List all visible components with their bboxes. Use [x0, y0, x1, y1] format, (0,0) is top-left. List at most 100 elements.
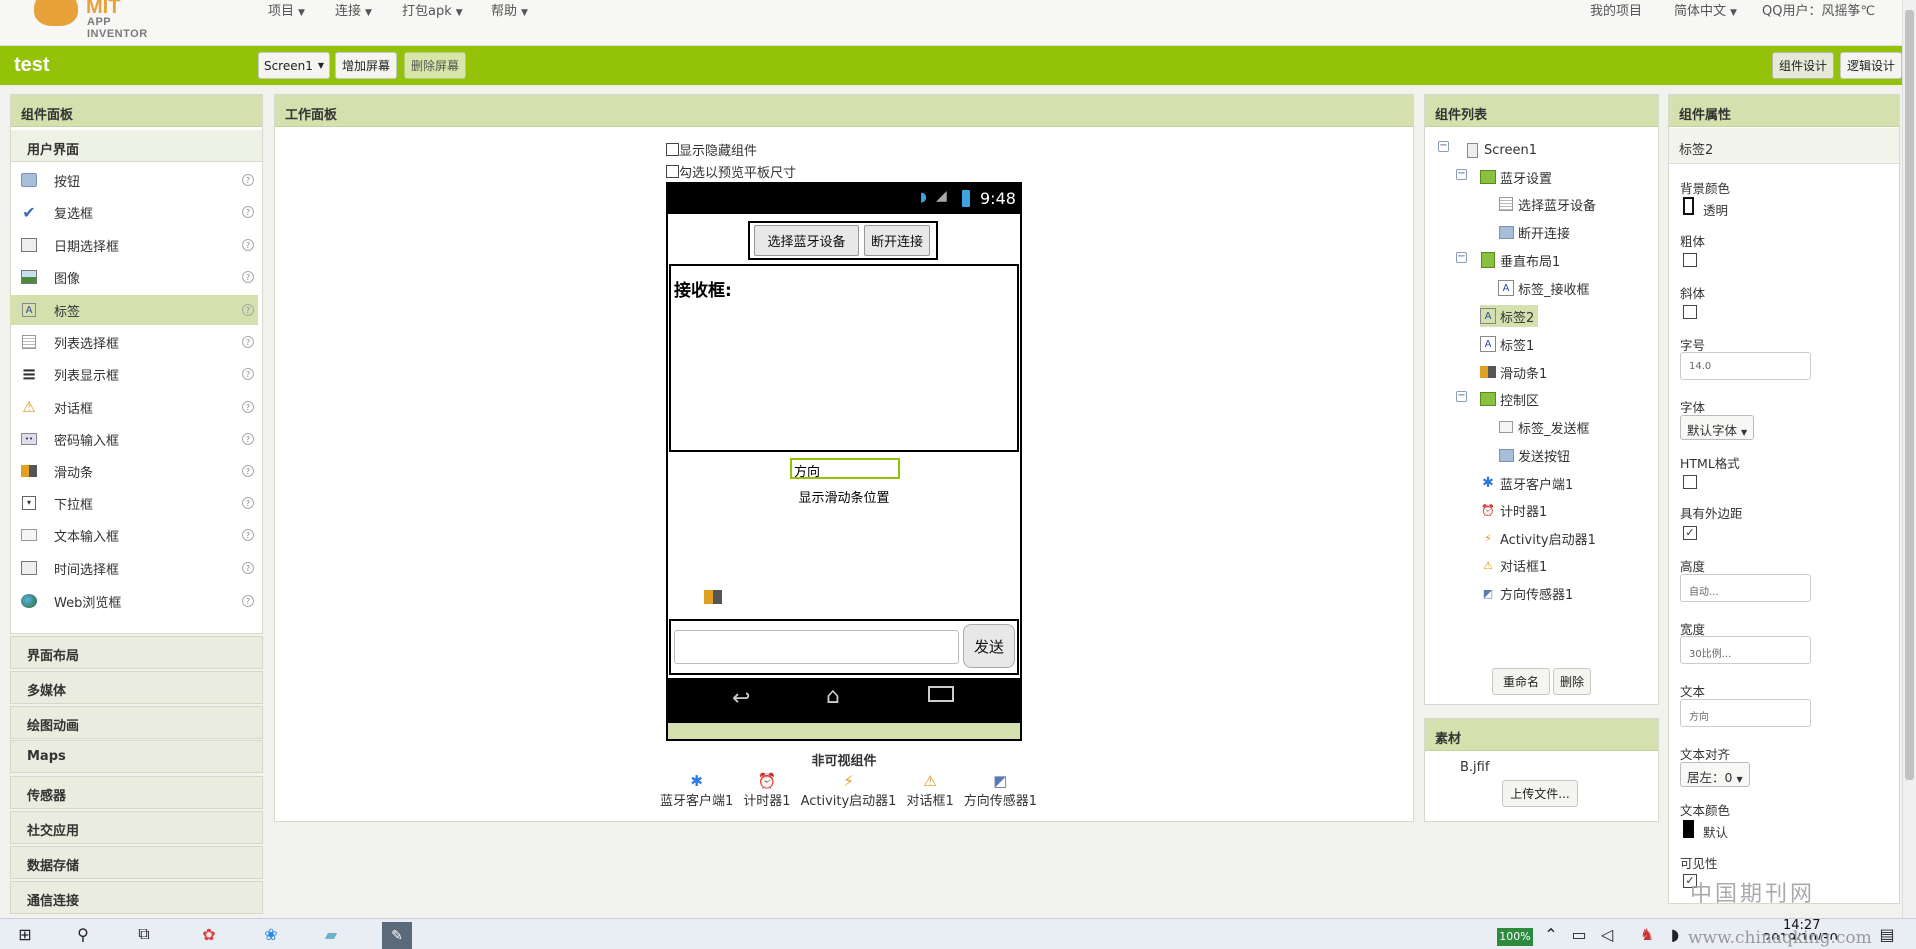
tree-label2[interactable]: A 标签2: [1480, 305, 1539, 327]
help-icon[interactable]: ?: [242, 562, 254, 574]
help-icon[interactable]: ?: [242, 433, 254, 445]
select-bt-device-button[interactable]: 选择蓝牙设备: [754, 225, 859, 256]
my-projects-link[interactable]: 我的项目: [1590, 0, 1642, 19]
notifications-icon[interactable]: ▤: [1876, 925, 1898, 944]
upload-file-button[interactable]: 上传文件...: [1502, 780, 1578, 807]
height-input[interactable]: 自动...: [1680, 574, 1811, 602]
palette-item-slider[interactable]: 滑动条?: [10, 456, 258, 486]
palette-item-passwordbox[interactable]: •• 密码输入框?: [10, 424, 258, 454]
html-format-checkbox[interactable]: [1683, 475, 1697, 489]
collapse-bt-settings-icon[interactable]: −: [1456, 169, 1467, 180]
menu-help[interactable]: 帮助 ▼: [491, 0, 528, 19]
nonvisible-notifier[interactable]: ⚠ 对话框1: [906, 772, 953, 809]
remove-screen-button[interactable]: 删除屏幕: [404, 52, 466, 79]
help-icon[interactable]: ?: [242, 497, 254, 509]
power-icon[interactable]: ▭: [1568, 925, 1590, 944]
show-hidden-toggle[interactable]: 显示隐藏组件: [666, 140, 757, 159]
tree-activity-starter[interactable]: ⚡ Activity启动器1: [1480, 527, 1596, 549]
palette-item-spinner[interactable]: ▾ 下拉框?: [10, 488, 258, 518]
tree-send-button[interactable]: 发送按钮: [1498, 444, 1570, 466]
rename-button[interactable]: 重命名: [1492, 668, 1550, 695]
palette-category-media[interactable]: 多媒体: [10, 671, 263, 704]
page-scrollbar[interactable]: [1902, 0, 1916, 918]
screen-select-dropdown[interactable]: Screen1 ▼: [258, 52, 330, 79]
receive-label[interactable]: 接收框:: [674, 276, 732, 301]
tree-label1[interactable]: A 标签1: [1480, 333, 1534, 355]
tree-label-send[interactable]: 标签_发送框: [1498, 416, 1590, 438]
help-icon[interactable]: ?: [242, 595, 254, 607]
volume-icon[interactable]: ◁: [1596, 925, 1618, 944]
palette-category-connectivity[interactable]: 通信连接: [10, 881, 263, 914]
palette-item-timepicker[interactable]: 时间选择框?: [10, 553, 258, 583]
blocks-button[interactable]: 逻辑设计: [1840, 52, 1902, 79]
disconnect-button[interactable]: 断开连接: [864, 225, 930, 256]
palette-category-sensors[interactable]: 传感器: [10, 776, 263, 809]
delete-button[interactable]: 删除: [1553, 668, 1591, 695]
media-file-item[interactable]: B.jfif: [1460, 760, 1489, 775]
show-hidden-checkbox[interactable]: [666, 143, 679, 156]
help-icon[interactable]: ?: [242, 304, 254, 316]
menu-project[interactable]: 项目 ▼: [268, 0, 305, 19]
bold-checkbox[interactable]: [1683, 253, 1697, 267]
tree-timer[interactable]: ⏰ 计时器1: [1480, 499, 1547, 521]
menu-build[interactable]: 打包apk ▼: [402, 0, 463, 19]
send-text-field[interactable]: [674, 630, 959, 664]
palette-item-image[interactable]: 图像?: [10, 262, 258, 292]
bluetooth-settings-arrangement[interactable]: 选择蓝牙设备 断开连接: [748, 221, 938, 260]
wifi-icon[interactable]: ◗: [1664, 925, 1686, 944]
tree-label-receive[interactable]: A 标签_接收框: [1498, 277, 1590, 299]
palette-category-drawing[interactable]: 绘图动画: [10, 706, 263, 739]
collapse-vertical1-icon[interactable]: −: [1456, 252, 1467, 263]
tree-orientation-sensor[interactable]: ◩ 方向传感器1: [1480, 582, 1573, 604]
text-align-dropdown[interactable]: 居左：0 ▼: [1680, 762, 1750, 787]
control-area-arrangement[interactable]: 发送: [669, 619, 1019, 675]
chevron-up-icon[interactable]: ⌃: [1540, 925, 1562, 944]
collapse-control-area-icon[interactable]: −: [1456, 391, 1467, 402]
vertical-arrangement-1[interactable]: 接收框:: [669, 264, 1019, 452]
app-icon-3[interactable]: ▰: [320, 925, 342, 944]
palette-item-textbox[interactable]: 文本输入框?: [10, 520, 258, 550]
text-color-value[interactable]: 默认: [1703, 822, 1728, 841]
scrollbar-thumb[interactable]: [1905, 10, 1914, 780]
width-input[interactable]: 30比例...: [1680, 636, 1811, 664]
search-icon[interactable]: ⚲: [72, 925, 94, 944]
help-icon[interactable]: ?: [242, 336, 254, 348]
nonvisible-timer[interactable]: ⏰ 计时器1: [743, 772, 790, 809]
help-icon[interactable]: ?: [242, 206, 254, 218]
collapse-screen1-icon[interactable]: −: [1438, 141, 1449, 152]
app-icon-1[interactable]: ✿: [198, 925, 220, 944]
bg-color-swatch[interactable]: [1683, 197, 1694, 215]
tree-screen1[interactable]: Screen1: [1464, 139, 1537, 161]
palette-item-listpicker[interactable]: 列表选择框?: [10, 327, 258, 357]
palette-category-maps[interactable]: Maps: [10, 740, 263, 773]
help-icon[interactable]: ?: [242, 465, 254, 477]
help-icon[interactable]: ?: [242, 239, 254, 251]
recent-apps-icon[interactable]: [928, 686, 954, 702]
tree-bt-settings[interactable]: 蓝牙设置: [1480, 166, 1552, 188]
help-icon[interactable]: ?: [242, 368, 254, 380]
user-menu[interactable]: QQ用户：风摇筝℃: [1762, 0, 1875, 19]
task-view-icon[interactable]: ⧉: [133, 924, 155, 943]
home-icon[interactable]: ⌂: [826, 684, 840, 709]
tree-control-area[interactable]: 控制区: [1480, 388, 1539, 410]
palette-item-label-component[interactable]: A 标签?: [10, 295, 258, 325]
palette-item-webviewer[interactable]: Web浏览框?: [10, 586, 258, 616]
palette-category-social[interactable]: 社交应用: [10, 811, 263, 844]
add-screen-button[interactable]: 增加屏幕: [335, 52, 397, 79]
help-icon[interactable]: ?: [242, 401, 254, 413]
windows-start-icon[interactable]: ⊞: [14, 925, 36, 944]
help-icon[interactable]: ?: [242, 271, 254, 283]
label2-direction[interactable]: 方向: [790, 458, 900, 480]
has-margins-checkbox[interactable]: ✓: [1683, 526, 1697, 540]
fontsize-input[interactable]: 14.0: [1680, 352, 1811, 380]
palette-item-button[interactable]: 按钮?: [10, 165, 258, 195]
app-icon-active[interactable]: ✎: [382, 922, 412, 949]
tablet-preview-checkbox[interactable]: [666, 165, 679, 178]
palette-category-storage[interactable]: 数据存储: [10, 846, 263, 879]
language-menu[interactable]: 简体中文 ▼: [1674, 0, 1737, 19]
nonvisible-bt-client[interactable]: ✱ 蓝牙客户端1: [660, 772, 733, 809]
nonvisible-activity-starter[interactable]: ⚡ Activity启动器1: [801, 772, 897, 809]
tree-vertical-arrangement-1[interactable]: 垂直布局1: [1480, 249, 1560, 271]
slider-position-label[interactable]: 显示滑动条位置: [668, 487, 1020, 506]
help-icon[interactable]: ?: [242, 174, 254, 186]
